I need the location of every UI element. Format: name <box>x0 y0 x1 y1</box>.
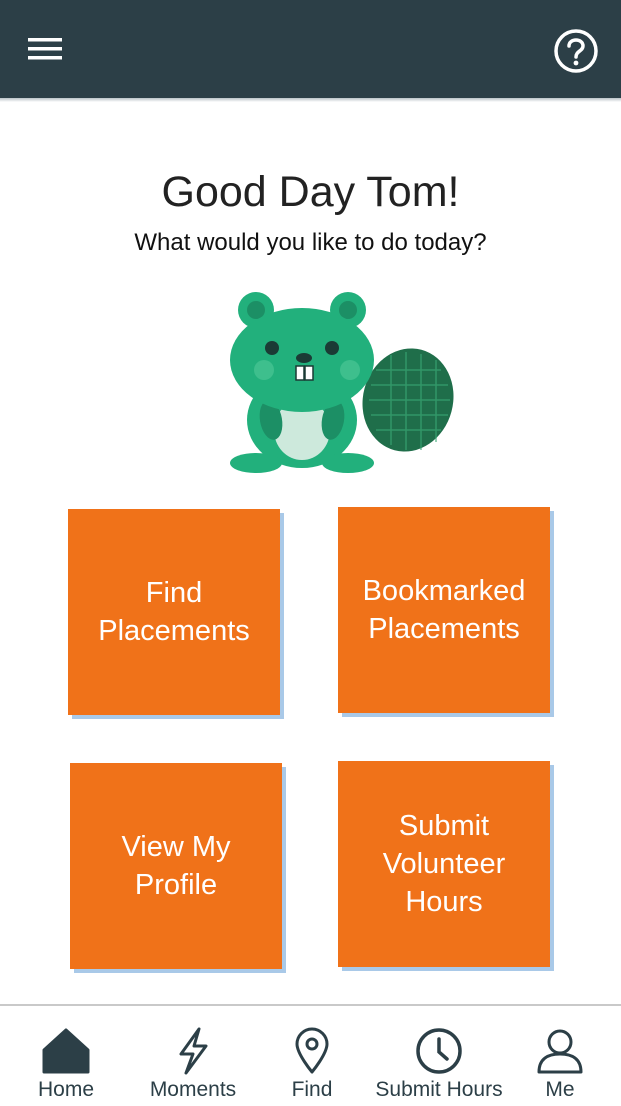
greeting-subtitle: What would you like to do today? <box>134 229 487 256</box>
beaver-mascot-image <box>230 292 454 473</box>
clock-icon <box>416 1028 462 1074</box>
hamburger-menu-icon <box>28 38 62 60</box>
submit-volunteer-hours-tile[interactable]: Submit Volunteer Hours <box>338 761 550 967</box>
top-bar-shadow <box>0 98 621 102</box>
top-app-bar <box>0 0 621 98</box>
view-my-profile-tile[interactable]: View My Profile <box>70 763 282 969</box>
nav-submit-hours-label: Submit Hours <box>375 1078 503 1101</box>
nav-find-label: Find <box>291 1078 333 1101</box>
nav-me-label: Me <box>545 1078 575 1101</box>
nav-home[interactable]: Home <box>18 1006 114 1106</box>
person-icon <box>537 1029 583 1074</box>
nav-submit-hours[interactable]: Submit Hours <box>366 1006 512 1106</box>
greeting-title: Good Day Tom! <box>161 168 460 216</box>
menu-button[interactable] <box>24 32 66 66</box>
bookmarked-placements-tile[interactable]: Bookmarked Placements <box>338 507 550 713</box>
nav-moments[interactable]: Moments <box>138 1006 248 1106</box>
help-question-icon <box>554 29 598 73</box>
nav-moments-label: Moments <box>149 1078 237 1101</box>
lightning-icon <box>179 1027 208 1075</box>
find-placements-tile[interactable]: Find Placements <box>68 509 280 715</box>
nav-find[interactable]: Find <box>272 1006 352 1106</box>
nav-home-label: Home <box>37 1078 95 1101</box>
help-button[interactable] <box>552 27 600 75</box>
nav-me[interactable]: Me <box>520 1006 600 1106</box>
bottom-navigation-bar: Home Moments Find Submit Hours Me <box>0 1004 621 1106</box>
home-icon <box>42 1028 90 1074</box>
location-pin-icon <box>295 1027 329 1074</box>
